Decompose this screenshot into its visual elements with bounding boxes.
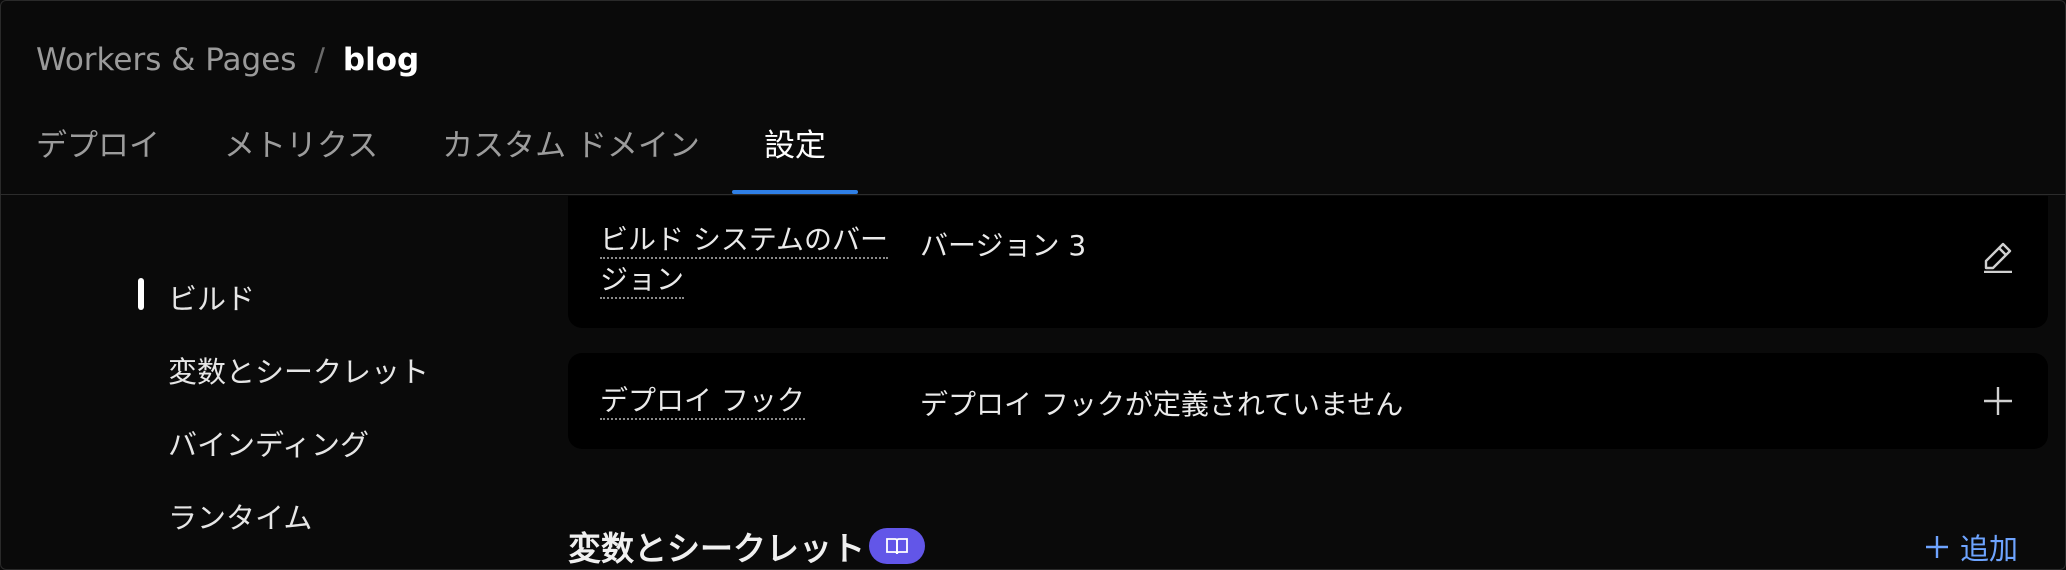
deploy-hooks-label[interactable]: デプロイ フック — [600, 381, 805, 421]
breadcrumb-parent-link[interactable]: Workers & Pages — [36, 42, 296, 78]
add-variable-button[interactable]: 追加 — [1924, 526, 2018, 568]
deploy-hooks-card: デプロイ フック デプロイ フックが定義されていません — [568, 353, 2048, 449]
build-system-version-label-line1: ビルド システムのバー — [600, 223, 889, 259]
tab-custom-domain[interactable]: カスタム ドメイン — [442, 118, 700, 194]
pencil-icon — [1984, 242, 2012, 273]
build-system-version-label[interactable]: ビルド システムのバー ジョン — [600, 220, 889, 300]
side-nav-item-bindings[interactable]: バインディング — [168, 422, 369, 464]
side-nav-item-runtime[interactable]: ランタイム — [168, 495, 312, 537]
plus-icon — [1984, 387, 2012, 415]
tab-deploy[interactable]: デプロイ — [36, 118, 160, 194]
tab-bar: デプロイ メトリクス カスタム ドメイン 設定 — [36, 118, 890, 194]
deploy-hooks-label-text: デプロイ フック — [600, 384, 805, 420]
nav-active-indicator — [138, 278, 144, 310]
edit-build-system-version-button[interactable] — [1980, 238, 2016, 274]
book-icon — [886, 538, 908, 555]
tab-metrics[interactable]: メトリクス — [224, 118, 378, 194]
side-nav-item-variables[interactable]: 変数とシークレット — [168, 349, 429, 391]
build-system-version-card: ビルド システムのバー ジョン バージョン 3 — [568, 196, 2048, 328]
header-divider — [0, 194, 2066, 195]
breadcrumb-current: blog — [342, 42, 420, 78]
build-system-version-label-line2: ジョン — [600, 263, 685, 299]
side-nav-item-build[interactable]: ビルド — [168, 276, 255, 318]
breadcrumb: Workers & Pages / blog — [36, 38, 419, 82]
add-variable-label: 追加 — [1959, 532, 2018, 566]
plus-icon — [1925, 536, 1948, 558]
breadcrumb-separator: / — [314, 42, 325, 78]
settings-side-nav: ビルド 変数とシークレット バインディング ランタイム — [0, 196, 560, 570]
add-deploy-hook-button[interactable] — [1980, 383, 2016, 419]
variables-docs-badge[interactable] — [869, 528, 925, 564]
build-system-version-value: バージョン 3 — [920, 229, 1087, 262]
deploy-hooks-value: デプロイ フックが定義されていません — [920, 388, 1404, 421]
variables-section-title: 変数とシークレット — [568, 529, 865, 568]
tab-settings[interactable]: 設定 — [731, 118, 858, 194]
